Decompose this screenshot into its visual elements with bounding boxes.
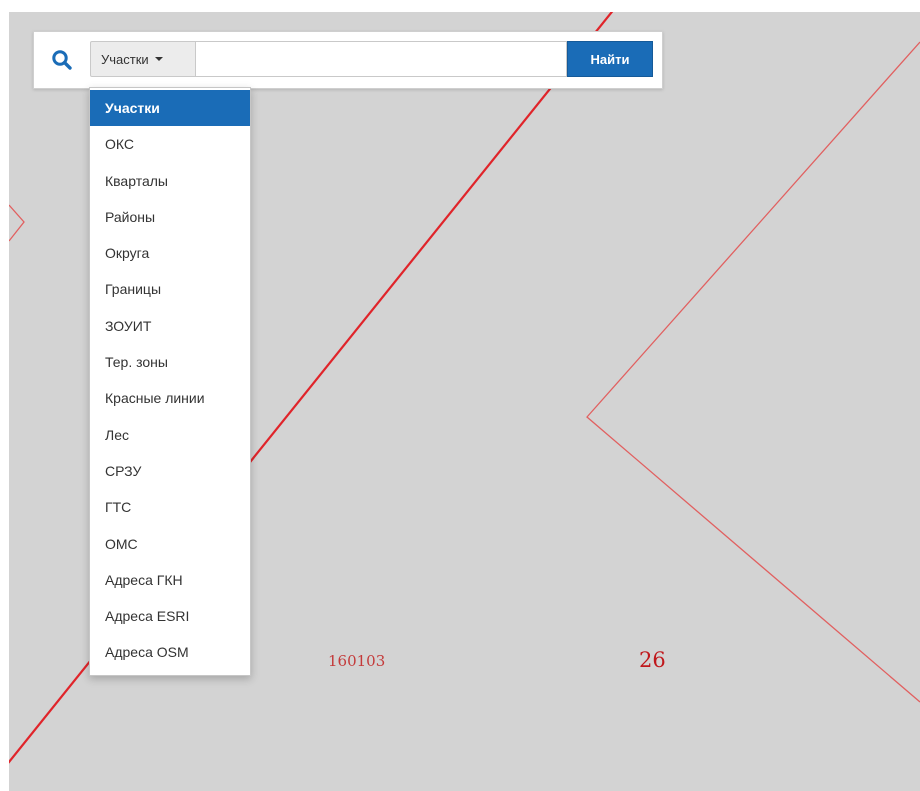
menu-item-forest[interactable]: Лес xyxy=(90,417,250,453)
search-type-dropdown[interactable]: Участки xyxy=(90,41,196,77)
menu-item-oms[interactable]: ОМС xyxy=(90,526,250,562)
boundary-parcel-left xyxy=(9,204,25,242)
search-type-menu: Участки ОКС Кварталы Районы Округа Грани… xyxy=(89,87,251,676)
menu-item-parcels[interactable]: Участки xyxy=(90,90,250,127)
menu-item-zouit[interactable]: ЗОУИТ xyxy=(90,308,250,344)
menu-item-boundaries[interactable]: Границы xyxy=(90,271,250,307)
search-icon[interactable] xyxy=(51,49,73,71)
search-panel: Участки Найти xyxy=(33,31,663,89)
menu-item-districts[interactable]: Районы xyxy=(90,199,250,235)
boundary-parcel-right xyxy=(586,41,920,703)
map-label-parcel: 26 xyxy=(639,648,666,672)
menu-item-gts[interactable]: ГТС xyxy=(90,489,250,525)
menu-item-okrugs[interactable]: Округа xyxy=(90,235,250,271)
menu-item-quarters[interactable]: Кварталы xyxy=(90,163,250,199)
menu-item-oks[interactable]: ОКС xyxy=(90,126,250,162)
menu-item-srzu[interactable]: СРЗУ xyxy=(90,453,250,489)
map-label-quarter: 160103 xyxy=(328,652,386,670)
search-type-label: Участки xyxy=(101,51,149,67)
menu-item-ter-zones[interactable]: Тер. зоны xyxy=(90,344,250,380)
menu-item-addresses-gkn[interactable]: Адреса ГКН xyxy=(90,562,250,598)
menu-item-addresses-esri[interactable]: Адреса ESRI xyxy=(90,598,250,634)
menu-item-red-lines[interactable]: Красные линии xyxy=(90,380,250,416)
menu-item-addresses-osm[interactable]: Адреса OSM xyxy=(90,634,250,670)
search-input[interactable] xyxy=(196,41,567,77)
search-button[interactable]: Найти xyxy=(567,41,653,77)
page: 160103 26 Участки Найти Участки ОКС Квар… xyxy=(0,0,920,791)
chevron-down-icon xyxy=(154,57,163,61)
